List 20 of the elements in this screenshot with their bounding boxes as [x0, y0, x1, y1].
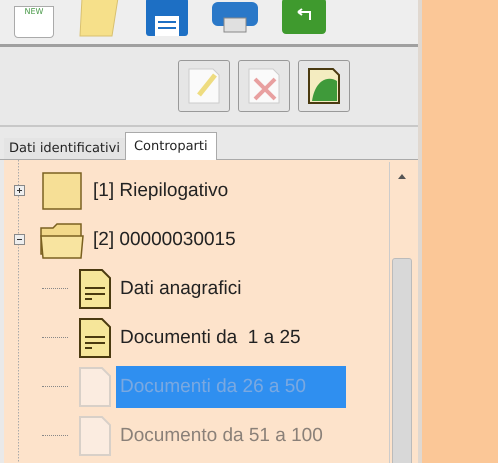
tab[interactable]: Dati identificativi: [4, 138, 125, 159]
document-icon: [78, 414, 112, 456]
open-document-button[interactable]: [298, 60, 350, 112]
new-label: NEW: [24, 7, 44, 16]
expander-icon[interactable]: [14, 234, 25, 245]
expander-icon[interactable]: [14, 185, 25, 196]
document-icon: [78, 316, 112, 358]
scroll-up-icon[interactable]: [398, 174, 406, 179]
document-icon: [78, 366, 112, 408]
delete-button[interactable]: [238, 60, 290, 112]
tab[interactable]: Controparti: [124, 132, 217, 160]
document-icon: [78, 268, 112, 310]
tree-item[interactable]: Dati anagrafici: [116, 274, 246, 304]
tree-item[interactable]: [1] Riepilogativo: [89, 176, 232, 206]
edit-button[interactable]: [178, 60, 230, 112]
scrollbar[interactable]: [389, 162, 414, 463]
scroll-thumb[interactable]: [392, 258, 412, 463]
tree-item[interactable]: [2] 00000030015: [89, 224, 240, 254]
save-icon[interactable]: [146, 0, 188, 38]
tree-item[interactable]: Documenti da 1 a 25: [116, 322, 305, 352]
